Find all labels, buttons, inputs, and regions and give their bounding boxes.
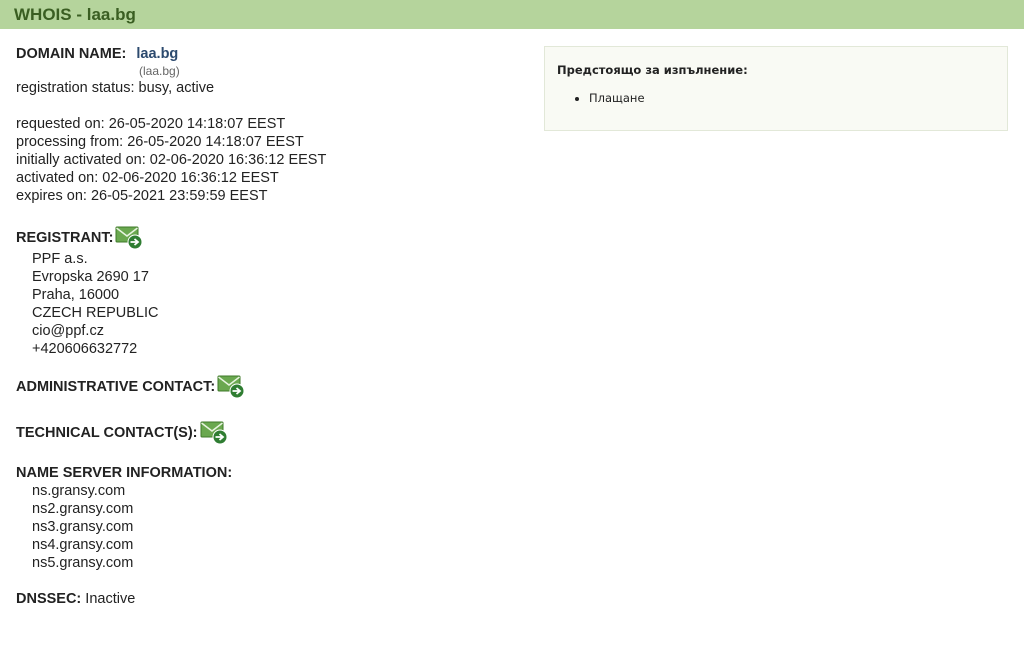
pending-actions-title: Предстоящо за изпълнение: [557,63,748,77]
date-initially-activated: initially activated on: 02-06-2020 16:36… [16,152,327,168]
page-header: WHOIS - laa.bg [0,0,1024,29]
registrant-line: CZECH REPUBLIC [32,305,159,321]
name-server-item: ns5.gransy.com [32,555,134,571]
name-server-item: ns.gransy.com [32,483,126,499]
mail-forward-icon[interactable] [217,375,245,399]
registrant-line: cio@ppf.cz [32,323,104,339]
domain-name-link[interactable]: laa.bg [136,46,178,62]
domain-name-row: DOMAIN NAME: laa.bg [16,45,516,63]
registration-status: registration status: busy, active [16,79,516,97]
registration-status-label: registration status: [16,80,135,96]
name-server-item: ns2.gransy.com [32,501,134,517]
page-title: WHOIS - laa.bg [14,5,136,24]
registrant-line: Evropska 2690 17 [32,269,149,285]
name-server-item: ns3.gransy.com [32,519,134,535]
name-server-item: ns4.gransy.com [32,537,134,553]
registrant-line: +420606632772 [32,341,138,357]
mail-forward-icon[interactable] [200,421,228,445]
mail-forward-icon[interactable] [115,226,143,250]
admin-contact-label: ADMINISTRATIVE CONTACT: [16,379,216,395]
domain-name-label: DOMAIN NAME: [16,46,127,62]
dnssec-row: DNSSEC: Inactive [16,590,516,608]
registrant-heading: REGISTRANT: [16,226,143,250]
admin-contact-heading: ADMINISTRATIVE CONTACT: [16,375,245,399]
domain-idn: (laa.bg) [139,64,180,78]
tech-contact-label: TECHNICAL CONTACT(S): [16,425,198,441]
dnssec-value: Inactive [85,591,136,607]
registrant-line: Praha, 16000 [32,287,120,303]
whois-details: DOMAIN NAME: laa.bg (laa.bg) registratio… [16,45,516,608]
name-server-list: ns.gransy.com ns2.gransy.com ns3.gransy.… [32,482,516,572]
registrant-line: PPF a.s. [32,251,88,267]
pending-actions-list: Плащане [575,91,645,105]
dnssec-label: DNSSEC: [16,591,82,607]
registration-status-value: busy, active [138,80,215,96]
date-processing: processing from: 26-05-2020 14:18:07 EES… [16,134,304,150]
date-requested: requested on: 26-05-2020 14:18:07 EEST [16,116,286,132]
dates-list: requested on: 26-05-2020 14:18:07 EEST p… [16,115,516,205]
pending-actions-box: Предстоящо за изпълнение: Плащане [544,46,1008,131]
name-server-heading: NAME SERVER INFORMATION: [16,465,233,481]
date-expires: expires on: 26-05-2021 23:59:59 EEST [16,188,268,204]
pending-action-item: Плащане [589,91,645,105]
tech-contact-heading: TECHNICAL CONTACT(S): [16,421,228,445]
registrant-label: REGISTRANT: [16,230,114,246]
registrant-details: PPF a.s. Evropska 2690 17 Praha, 16000 C… [32,250,516,358]
date-activated: activated on: 02-06-2020 16:36:12 EEST [16,170,279,186]
